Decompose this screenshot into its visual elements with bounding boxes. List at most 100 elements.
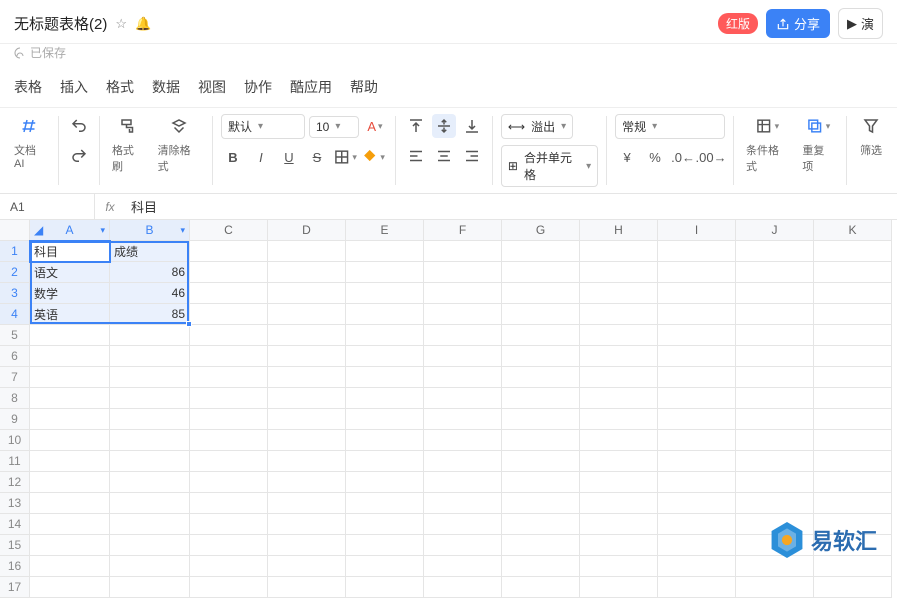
cell-K3[interactable] <box>814 283 892 304</box>
version-badge[interactable]: 红版 <box>718 13 758 34</box>
cell-J13[interactable] <box>736 493 814 514</box>
merge-select[interactable]: ⊞ 合并单元格▾ <box>501 145 598 187</box>
bold-icon[interactable]: B <box>221 145 245 169</box>
row-header-16[interactable]: 16 <box>0 556 30 577</box>
cell-F10[interactable] <box>424 430 502 451</box>
cell-G2[interactable] <box>502 262 580 283</box>
cell-C11[interactable] <box>190 451 268 472</box>
cell-C17[interactable] <box>190 577 268 598</box>
cell-C7[interactable] <box>190 367 268 388</box>
cell-A1[interactable]: 科目 <box>30 241 110 262</box>
cell-E4[interactable] <box>346 304 424 325</box>
fill-color-icon[interactable]: ▾ <box>361 145 385 169</box>
cell-G5[interactable] <box>502 325 580 346</box>
cell-A14[interactable] <box>30 514 110 535</box>
cell-E15[interactable] <box>346 535 424 556</box>
col-header-F[interactable]: F <box>424 220 502 241</box>
cell-I15[interactable] <box>658 535 736 556</box>
cell-K9[interactable] <box>814 409 892 430</box>
col-header-H[interactable]: H <box>580 220 658 241</box>
cell-H5[interactable] <box>580 325 658 346</box>
cell-F12[interactable] <box>424 472 502 493</box>
font-select[interactable]: 默认▾ <box>221 114 305 139</box>
menu-collab[interactable]: 协作 <box>244 77 272 97</box>
cell-H17[interactable] <box>580 577 658 598</box>
cell-D9[interactable] <box>268 409 346 430</box>
cell-E11[interactable] <box>346 451 424 472</box>
cell-G14[interactable] <box>502 514 580 535</box>
cell-C12[interactable] <box>190 472 268 493</box>
cell-J3[interactable] <box>736 283 814 304</box>
row-header-12[interactable]: 12 <box>0 472 30 493</box>
play-button[interactable]: ▶ 演 <box>838 8 883 39</box>
cell-D17[interactable] <box>268 577 346 598</box>
row-header-14[interactable]: 14 <box>0 514 30 535</box>
cell-B12[interactable] <box>110 472 190 493</box>
cell-A5[interactable] <box>30 325 110 346</box>
cell-H6[interactable] <box>580 346 658 367</box>
valign-middle-icon[interactable] <box>432 114 456 138</box>
spreadsheet[interactable]: ◢A▾B▾CDEFGHIJK1科目成绩2语文863数学464英语85567891… <box>0 220 897 598</box>
cell-B1[interactable]: 成绩 <box>110 241 190 262</box>
cell-K7[interactable] <box>814 367 892 388</box>
undo-icon[interactable] <box>67 114 91 138</box>
cell-I3[interactable] <box>658 283 736 304</box>
cell-I1[interactable] <box>658 241 736 262</box>
underline-icon[interactable]: U <box>277 145 301 169</box>
cell-A16[interactable] <box>30 556 110 577</box>
cell-A13[interactable] <box>30 493 110 514</box>
cell-A2[interactable]: 语文 <box>30 262 110 283</box>
cell-K17[interactable] <box>814 577 892 598</box>
row-header-3[interactable]: 3 <box>0 283 30 304</box>
cell-B17[interactable] <box>110 577 190 598</box>
cell-J2[interactable] <box>736 262 814 283</box>
filter-icon[interactable] <box>859 114 883 138</box>
cell-D8[interactable] <box>268 388 346 409</box>
cell-H9[interactable] <box>580 409 658 430</box>
cell-D11[interactable] <box>268 451 346 472</box>
cell-J11[interactable] <box>736 451 814 472</box>
cell-K10[interactable] <box>814 430 892 451</box>
cell-H15[interactable] <box>580 535 658 556</box>
decimal-inc-icon[interactable]: .00→ <box>699 145 723 169</box>
cell-E12[interactable] <box>346 472 424 493</box>
cell-I10[interactable] <box>658 430 736 451</box>
cell-E9[interactable] <box>346 409 424 430</box>
menu-coolapp[interactable]: 酷应用 <box>290 77 332 97</box>
col-header-J[interactable]: J <box>736 220 814 241</box>
cell-D2[interactable] <box>268 262 346 283</box>
cell-G4[interactable] <box>502 304 580 325</box>
cell-A11[interactable] <box>30 451 110 472</box>
align-left-icon[interactable] <box>404 144 428 168</box>
cell-J7[interactable] <box>736 367 814 388</box>
cell-J9[interactable] <box>736 409 814 430</box>
menu-view[interactable]: 视图 <box>198 77 226 97</box>
align-right-icon[interactable] <box>460 144 484 168</box>
dedupe-icon[interactable]: ▾ <box>806 114 830 138</box>
cell-J12[interactable] <box>736 472 814 493</box>
cell-D10[interactable] <box>268 430 346 451</box>
cell-F11[interactable] <box>424 451 502 472</box>
col-header-K[interactable]: K <box>814 220 892 241</box>
cell-A4[interactable]: 英语 <box>30 304 110 325</box>
cell-C13[interactable] <box>190 493 268 514</box>
cell-J17[interactable] <box>736 577 814 598</box>
cell-K12[interactable] <box>814 472 892 493</box>
cell-H4[interactable] <box>580 304 658 325</box>
col-header-G[interactable]: G <box>502 220 580 241</box>
cell-B5[interactable] <box>110 325 190 346</box>
cell-B6[interactable] <box>110 346 190 367</box>
cell-H13[interactable] <box>580 493 658 514</box>
cell-I5[interactable] <box>658 325 736 346</box>
cell-C10[interactable] <box>190 430 268 451</box>
cell-G1[interactable] <box>502 241 580 262</box>
cell-D15[interactable] <box>268 535 346 556</box>
cell-F16[interactable] <box>424 556 502 577</box>
valign-bottom-icon[interactable] <box>460 114 484 138</box>
cell-J5[interactable] <box>736 325 814 346</box>
cell-J16[interactable] <box>736 556 814 577</box>
row-header-1[interactable]: 1 <box>0 241 30 262</box>
cell-K8[interactable] <box>814 388 892 409</box>
cell-B3[interactable]: 46 <box>110 283 190 304</box>
cell-C1[interactable] <box>190 241 268 262</box>
